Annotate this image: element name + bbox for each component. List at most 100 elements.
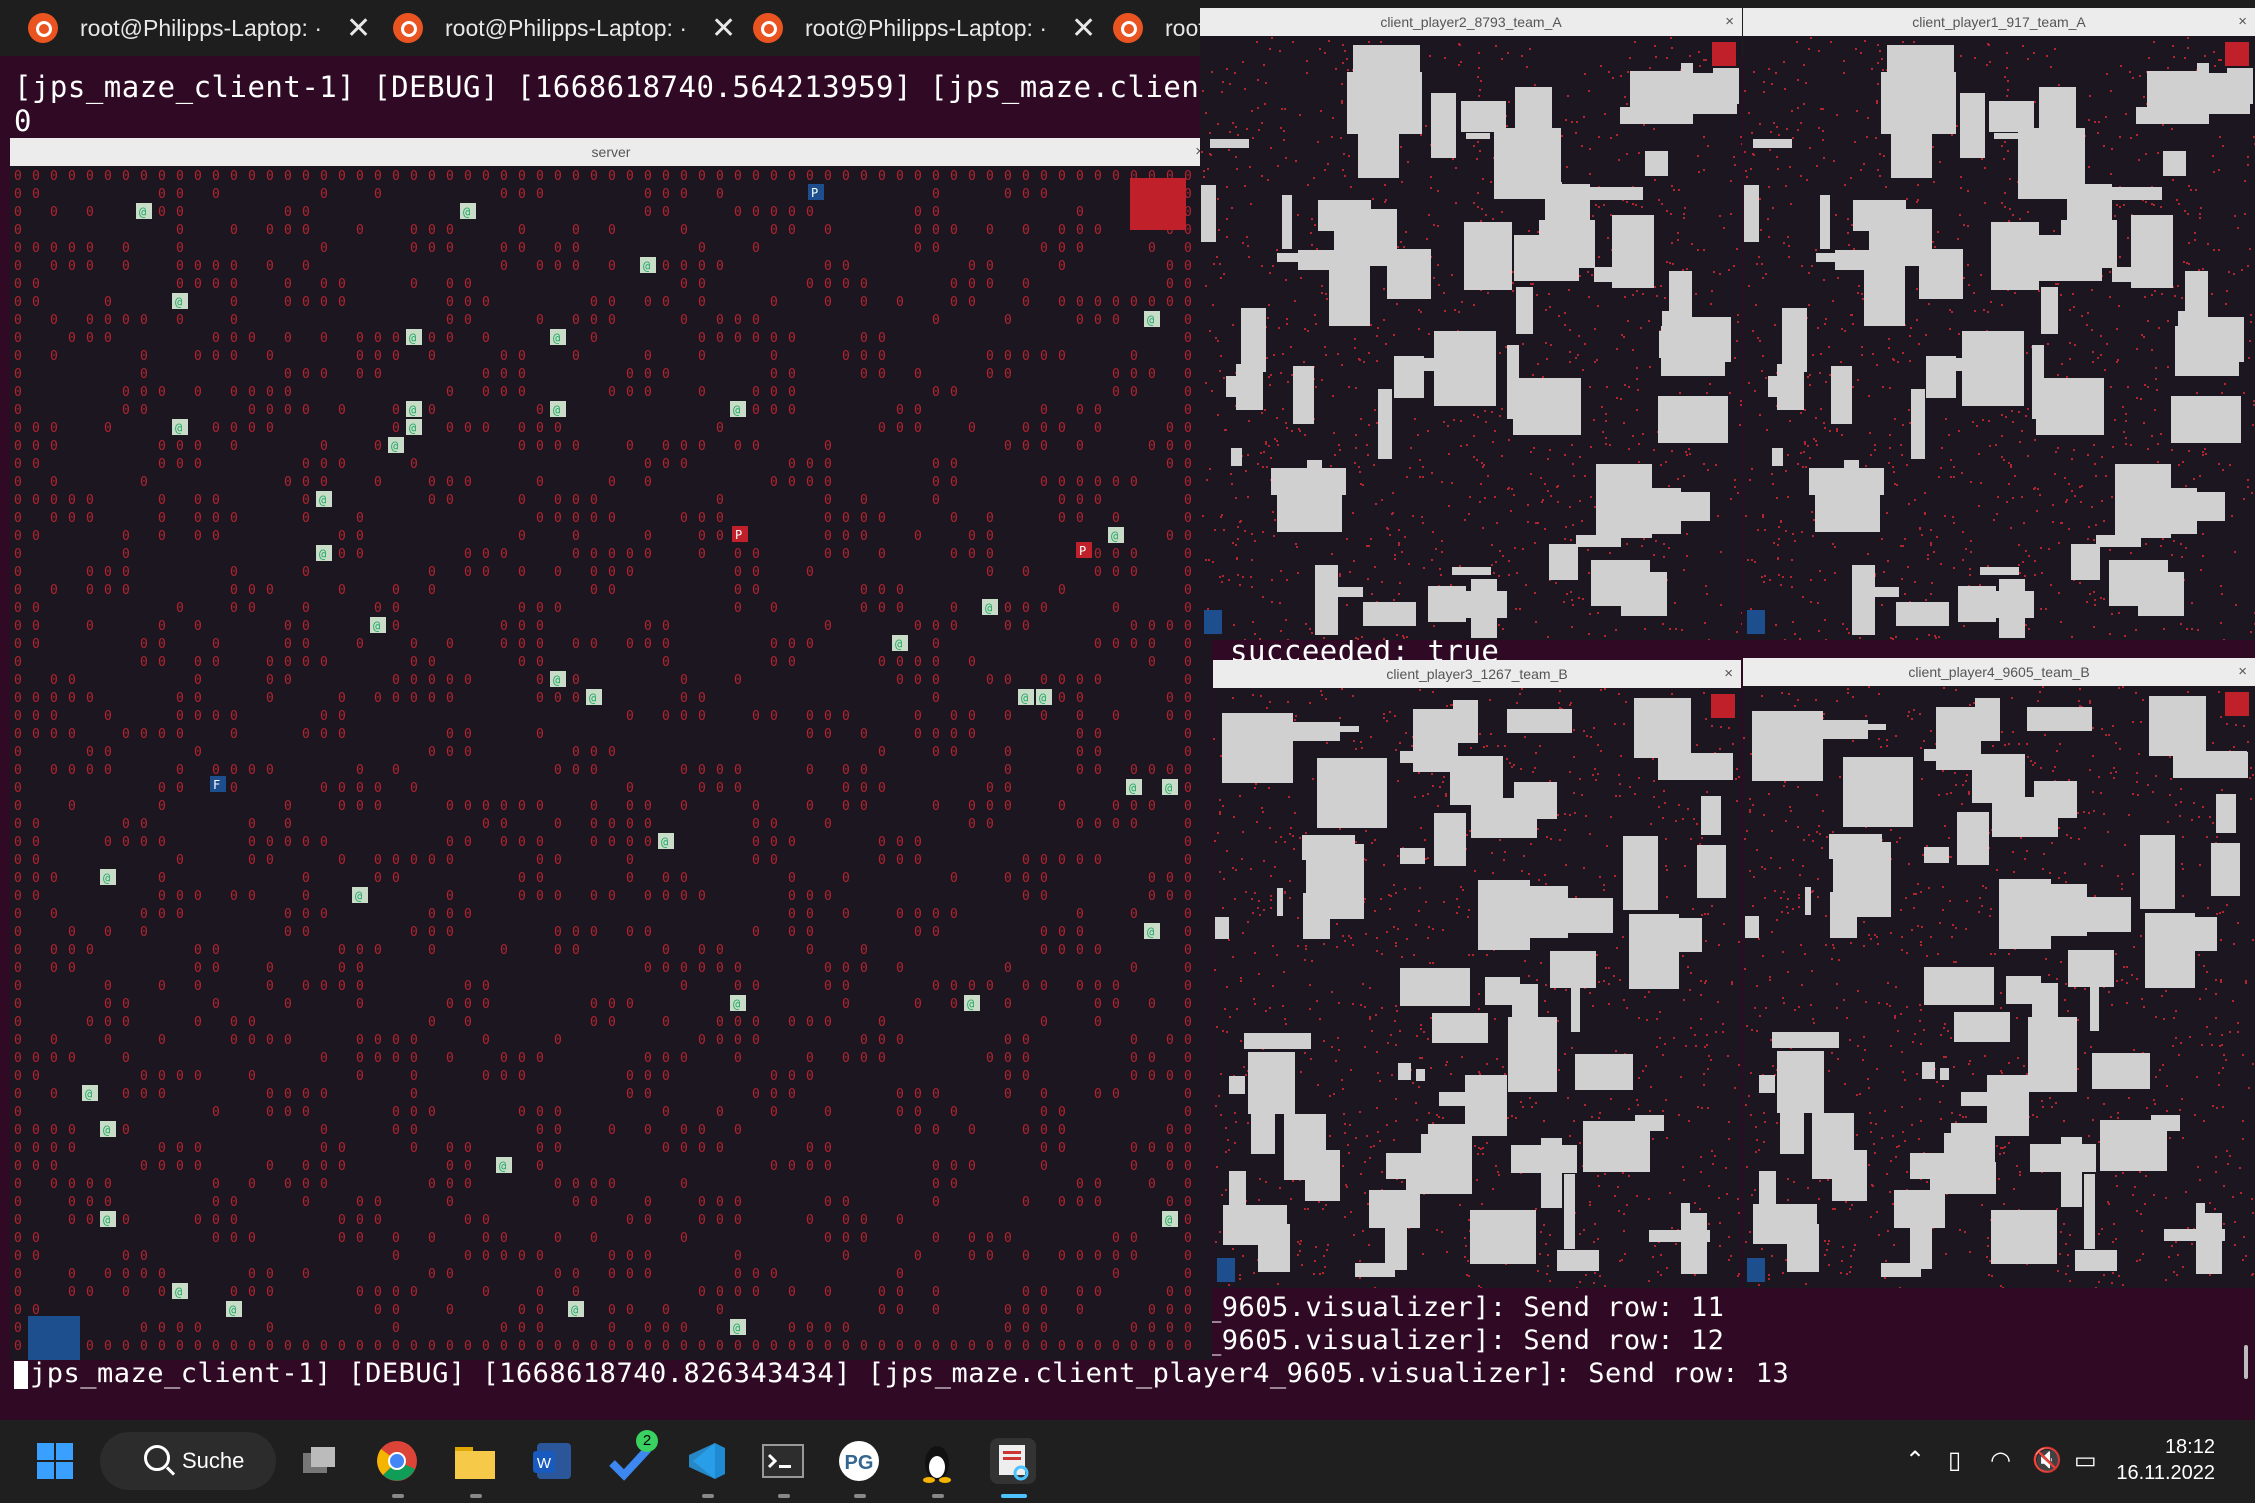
- svg-text:0: 0: [230, 259, 238, 274]
- svg-text:0: 0: [1022, 889, 1030, 904]
- terminal-tab-3[interactable]: root@Philipps-Laptop: · ✕: [725, 0, 1096, 56]
- svg-text:0: 0: [14, 925, 22, 940]
- svg-text:0: 0: [230, 781, 238, 796]
- pgadmin-icon[interactable]: PG: [836, 1438, 882, 1484]
- client-player2-window[interactable]: client_player2_8793_team_A ×: [1200, 8, 1742, 640]
- svg-text:0: 0: [122, 1015, 130, 1030]
- svg-text:0: 0: [500, 1249, 508, 1264]
- svg-text:0: 0: [230, 763, 238, 778]
- window-titlebar[interactable]: client_player4_9605_team_B ×: [1743, 658, 2255, 687]
- svg-text:0: 0: [248, 421, 256, 436]
- svg-text:0: 0: [734, 781, 742, 796]
- svg-text:0: 0: [554, 1177, 562, 1192]
- svg-text:0: 0: [806, 1339, 814, 1354]
- close-icon[interactable]: ×: [1725, 8, 1734, 36]
- close-icon[interactable]: ×: [2238, 8, 2247, 36]
- svg-text:0: 0: [752, 1033, 760, 1048]
- window-titlebar[interactable]: client_player2_8793_team_A ×: [1200, 8, 1742, 37]
- svg-text:0: 0: [284, 277, 292, 292]
- svg-text:0: 0: [590, 997, 598, 1012]
- todo-icon[interactable]: 2: [606, 1430, 658, 1484]
- svg-text:0: 0: [194, 655, 202, 670]
- wifi-icon[interactable]: ◠: [1990, 1446, 2011, 1474]
- svg-text:0: 0: [1040, 853, 1048, 868]
- terminal-icon[interactable]: [760, 1438, 806, 1484]
- svg-text:0: 0: [194, 277, 202, 292]
- svg-text:0: 0: [716, 511, 724, 526]
- svg-text:0: 0: [428, 493, 436, 508]
- svg-text:0: 0: [230, 1213, 238, 1228]
- terminal-tab-4[interactable]: root: [1085, 0, 1205, 56]
- linux-penguin-icon[interactable]: [914, 1438, 960, 1484]
- svg-text:0: 0: [50, 205, 58, 220]
- window-titlebar[interactable]: client_player3_1267_team_B ×: [1213, 660, 1741, 689]
- svg-text:0: 0: [374, 331, 382, 346]
- svg-text:0: 0: [662, 367, 670, 382]
- svg-text:0: 0: [734, 583, 742, 598]
- vscode-icon[interactable]: [684, 1438, 730, 1484]
- svg-text:0: 0: [608, 817, 616, 832]
- windows-start-icon[interactable]: [32, 1438, 78, 1484]
- svg-text:0: 0: [248, 1069, 256, 1084]
- file-explorer-icon[interactable]: [452, 1438, 498, 1484]
- svg-text:0: 0: [50, 1141, 58, 1156]
- svg-text:0: 0: [266, 1321, 274, 1336]
- svg-text:0: 0: [806, 727, 814, 742]
- svg-text:0: 0: [644, 1195, 652, 1210]
- client-player3-window[interactable]: client_player3_1267_team_B ×: [1213, 660, 1741, 1288]
- svg-text:0: 0: [932, 1195, 940, 1210]
- svg-text:0: 0: [554, 493, 562, 508]
- svg-text:0: 0: [1184, 961, 1192, 976]
- terminal-scrollbar[interactable]: [2244, 1345, 2248, 1379]
- window-titlebar[interactable]: client_player1_917_team_A ×: [1743, 8, 2255, 37]
- svg-text:0: 0: [356, 1069, 364, 1084]
- player-marker: @: [640, 257, 656, 273]
- svg-text:0: 0: [122, 1267, 130, 1282]
- svg-text:0: 0: [14, 1033, 22, 1048]
- svg-text:0: 0: [50, 961, 58, 976]
- close-icon[interactable]: ×: [1724, 660, 1733, 688]
- svg-text:0: 0: [680, 691, 688, 706]
- chrome-icon[interactable]: [374, 1438, 420, 1484]
- svg-text:0: 0: [1058, 349, 1066, 364]
- client-player4-window[interactable]: client_player4_9605_team_B ×: [1743, 658, 2255, 1288]
- server-window[interactable]: server × 0 0 0 0 0 0 0 0 0 0 0 0 0 0 0 0 0 0 0 0 0 0 0 0 0 0 0 0 0 0 0…: [10, 138, 1212, 1360]
- svg-text:0: 0: [1040, 169, 1048, 184]
- svg-text:0: 0: [590, 1195, 598, 1210]
- terminal-tab-1[interactable]: root@Philipps-Laptop: · ✕: [0, 0, 371, 56]
- svg-text:0: 0: [1076, 943, 1084, 958]
- task-view-icon[interactable]: [296, 1438, 342, 1484]
- word-icon[interactable]: W: [530, 1438, 576, 1484]
- svg-text:0: 0: [284, 1105, 292, 1120]
- svg-text:0: 0: [950, 295, 958, 310]
- terminal-tab-2[interactable]: root@Philipps-Laptop: · ✕: [365, 0, 736, 56]
- search-button[interactable]: Suche: [100, 1432, 276, 1490]
- svg-text:@: @: [463, 205, 470, 219]
- window-titlebar[interactable]: server ×: [10, 138, 1212, 167]
- svg-text:0: 0: [824, 979, 832, 994]
- svg-text:0: 0: [176, 1159, 184, 1174]
- svg-text:0: 0: [446, 835, 454, 850]
- svg-text:0: 0: [1058, 1123, 1066, 1138]
- clock[interactable]: 18:12 16.11.2022: [2116, 1434, 2215, 1486]
- svg-text:0: 0: [1040, 1285, 1048, 1300]
- close-icon[interactable]: ×: [2238, 658, 2247, 686]
- usb-icon[interactable]: ▯: [1948, 1446, 1961, 1474]
- battery-icon[interactable]: ▭: [2074, 1446, 2097, 1474]
- svg-text:0: 0: [716, 781, 724, 796]
- svg-text:0: 0: [212, 1177, 220, 1192]
- svg-text:0: 0: [932, 1231, 940, 1246]
- svg-text:0: 0: [644, 205, 652, 220]
- svg-text:0: 0: [302, 475, 310, 490]
- svg-text:0: 0: [1040, 709, 1048, 724]
- speaker-muted-icon[interactable]: 🔇: [2032, 1446, 2062, 1474]
- chevron-up-icon[interactable]: ⌃: [1905, 1446, 1925, 1474]
- svg-text:0: 0: [500, 1231, 508, 1246]
- client-player1-window[interactable]: client_player1_917_team_A ×: [1743, 8, 2255, 640]
- svg-text:0: 0: [500, 241, 508, 256]
- svg-text:0: 0: [212, 1231, 220, 1246]
- svg-text:0: 0: [1004, 961, 1012, 976]
- snipping-tool-icon[interactable]: [990, 1438, 1036, 1484]
- svg-text:0: 0: [302, 1195, 310, 1210]
- svg-text:0: 0: [32, 1303, 40, 1318]
